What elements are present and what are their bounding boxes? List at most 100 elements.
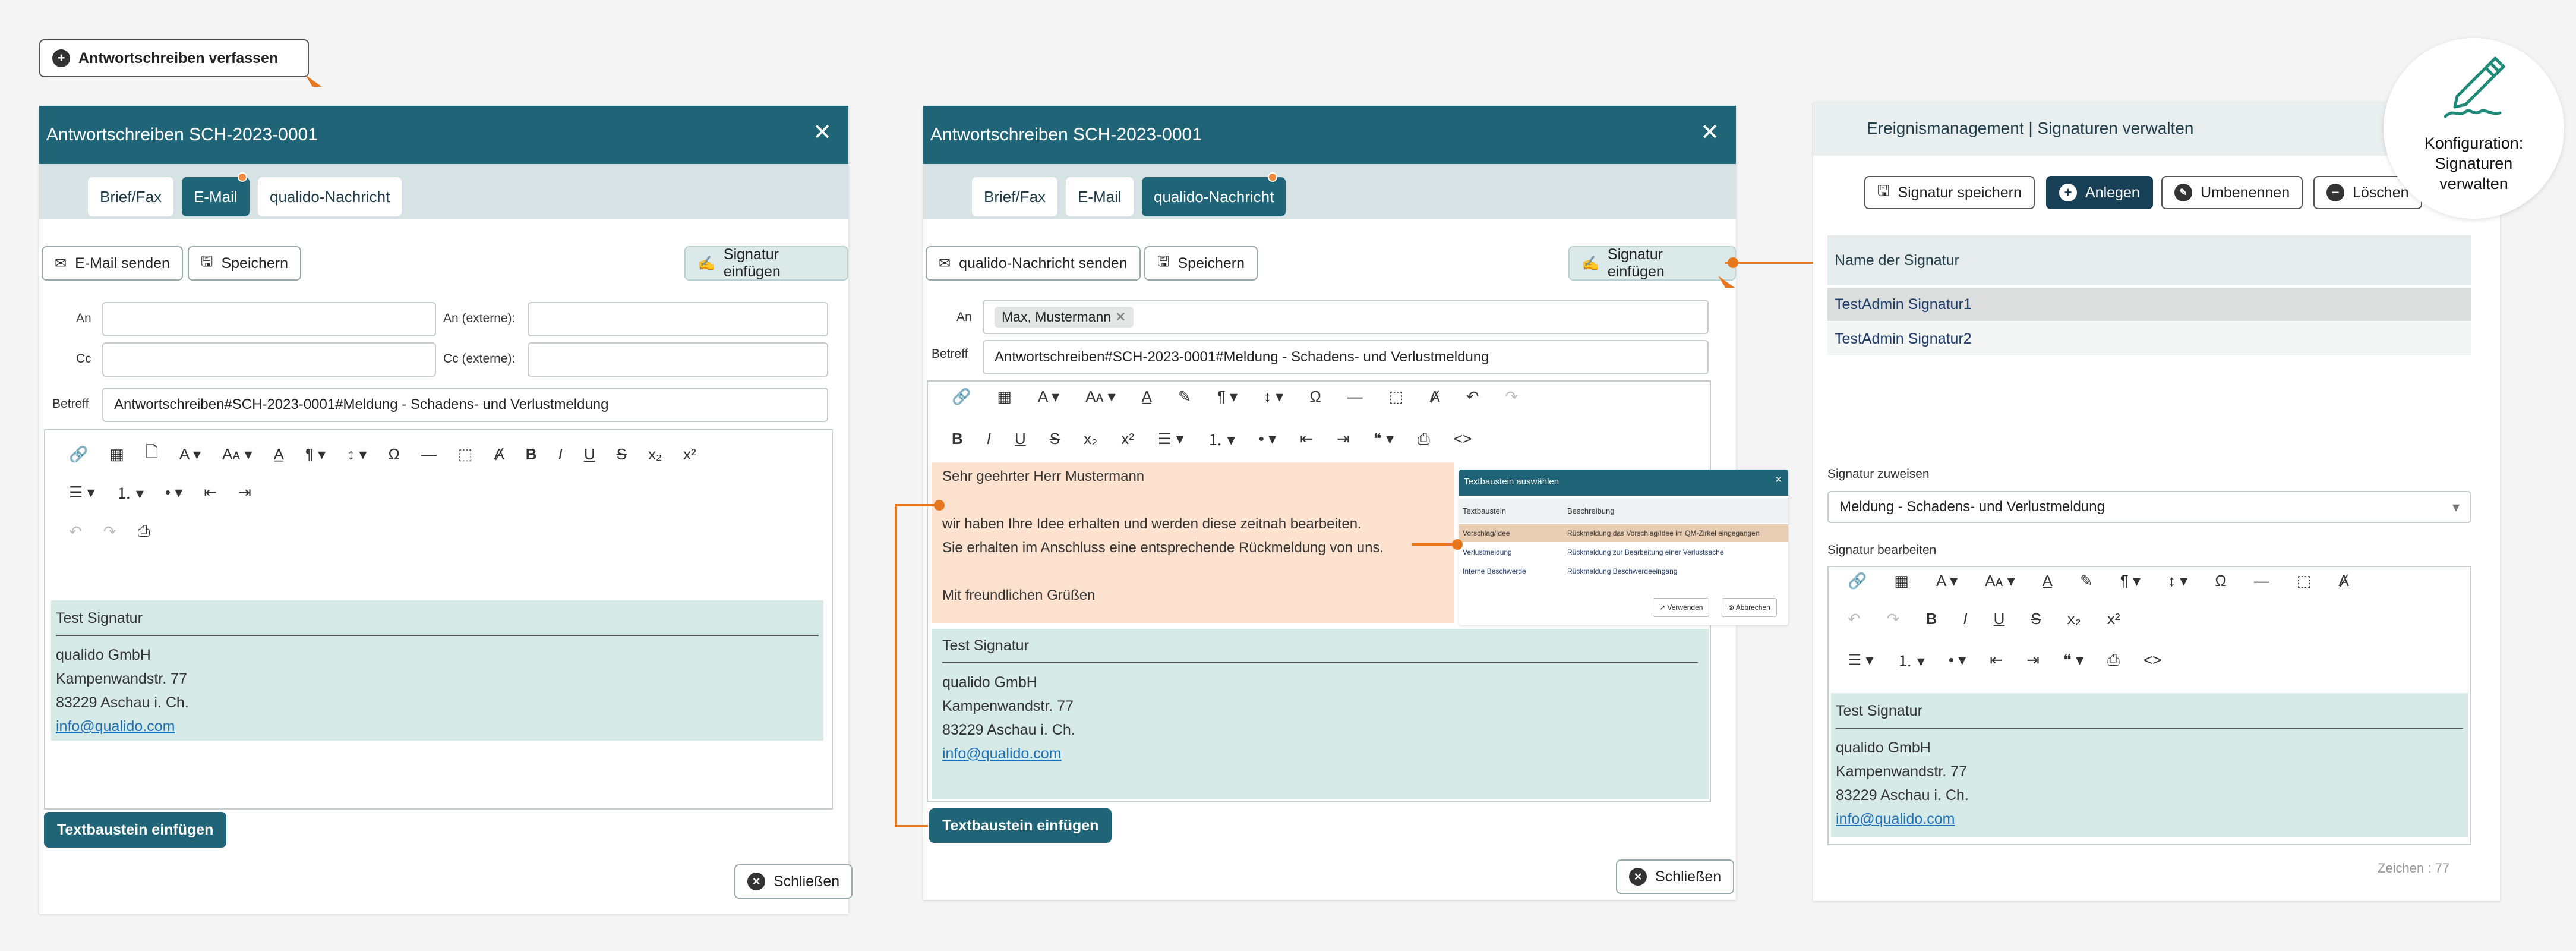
to-field[interactable]	[102, 302, 436, 336]
link-icon[interactable]: 🔗	[952, 388, 971, 406]
strikethrough-icon[interactable]: S	[2031, 610, 2041, 628]
close-icon[interactable]: ✕	[1775, 474, 1782, 485]
strikethrough-icon[interactable]: S	[1050, 430, 1060, 448]
paragraph-icon[interactable]: ¶ ▾	[1217, 388, 1238, 406]
cancel-button[interactable]: ⊗ Abbrechen	[1722, 598, 1777, 617]
horizontal-rule-icon[interactable]: —	[1347, 388, 1363, 406]
clear-format-icon[interactable]: Ⱥ	[494, 445, 504, 464]
link-icon[interactable]: 🔗	[69, 445, 88, 464]
print-icon[interactable]: ⎙	[2107, 651, 2120, 670]
bullet-list-icon[interactable]: • ▾	[165, 483, 182, 502]
text-color-icon[interactable]: A̲	[2043, 572, 2053, 590]
line-height-icon[interactable]: ↕ ▾	[2168, 572, 2187, 590]
highlight-icon[interactable]: ✎	[1178, 388, 1191, 406]
save-signature-button[interactable]: 🖫 Signatur speichern	[1864, 176, 2035, 209]
bullet-list-icon[interactable]: • ▾	[1259, 430, 1276, 448]
popup-row[interactable]: Verlustmeldung Rückmeldung zur Bearbeitu…	[1459, 543, 1788, 561]
align-icon[interactable]: ☰ ▾	[1848, 651, 1874, 669]
underline-icon[interactable]: U	[1015, 430, 1026, 448]
tab-email[interactable]: E-Mail	[182, 177, 250, 216]
close-button[interactable]: × Schließen	[1616, 859, 1735, 894]
quote-icon[interactable]: ❝ ▾	[1374, 430, 1394, 448]
bullet-list-icon[interactable]: • ▾	[1949, 651, 1966, 669]
indent-icon[interactable]: ⇥	[238, 483, 251, 502]
tab-qualido-message[interactable]: qualido-Nachricht	[1142, 177, 1286, 216]
line-height-icon[interactable]: ↕ ▾	[347, 445, 367, 464]
ordered-list-icon[interactable]: ⒈ ▾	[1898, 649, 1925, 671]
bold-icon[interactable]: B	[952, 430, 963, 448]
table-icon[interactable]: ▦	[109, 445, 124, 464]
special-char-icon[interactable]: Ω	[388, 445, 399, 464]
font-size-icon[interactable]: Aᴀ ▾	[222, 445, 252, 464]
outdent-icon[interactable]: ⇤	[1300, 430, 1313, 448]
superscript-icon[interactable]: x²	[2107, 610, 2120, 628]
to-external-field[interactable]	[528, 302, 828, 336]
signature-editor[interactable]: 🔗 ▦ A ▾ Aᴀ ▾ A̲ ✎ ¶ ▾ ↕ ▾ Ω — ⬚ Ⱥ ↶ ↷ B I U Sx₂ x² ☰ ▾ ⒈ ▾…	[1827, 566, 2471, 845]
font-icon[interactable]: A ▾	[179, 445, 201, 464]
undo-icon[interactable]: ↶	[1848, 610, 1861, 628]
outdent-icon[interactable]: ⇤	[1990, 651, 2003, 669]
font-size-icon[interactable]: Aᴀ ▾	[1085, 388, 1116, 406]
tab-brief-fax[interactable]: Brief/Fax	[972, 177, 1058, 216]
font-icon[interactable]: A ▾	[1936, 572, 1958, 590]
subscript-icon[interactable]: x₂	[2067, 610, 2081, 628]
subscript-icon[interactable]: x₂	[648, 445, 662, 464]
special-char-icon[interactable]: Ω	[2215, 572, 2226, 590]
source-code-icon[interactable]: <>	[2143, 651, 2161, 669]
underline-icon[interactable]: U	[584, 445, 595, 464]
signature-email-link[interactable]: info@qualido.com	[56, 714, 819, 738]
subscript-icon[interactable]: x₂	[1084, 430, 1097, 448]
italic-icon[interactable]: I	[987, 430, 991, 448]
bold-icon[interactable]: B	[1926, 610, 1937, 628]
close-icon[interactable]: ✕	[1700, 119, 1719, 146]
cc-field[interactable]	[102, 342, 436, 377]
close-icon[interactable]: ✕	[813, 119, 832, 146]
insert-signature-button[interactable]: ✍ Signatur einfügen	[684, 246, 848, 281]
indent-icon[interactable]: ⇥	[1337, 430, 1350, 448]
rich-text-editor[interactable]: 🔗 ▦ 🗋 A ▾ Aᴀ ▾ A̲ ¶ ▾ ↕ ▾ Ω — ⬚ Ⱥ B I U Sx₂ x² ☰ ▾ ⒈ ▾ • ▾…	[44, 429, 833, 810]
tab-qualido-message[interactable]: qualido-Nachricht	[258, 177, 402, 216]
horizontal-rule-icon[interactable]: —	[2254, 572, 2269, 590]
subject-field[interactable]: Antwortschreiben#SCH-2023-0001#Meldung -…	[102, 388, 828, 422]
ordered-list-icon[interactable]: ⒈ ▾	[1208, 428, 1235, 450]
save-button[interactable]: 🖫 Speichern	[1144, 246, 1258, 281]
strikethrough-icon[interactable]: S	[617, 445, 627, 464]
quote-icon[interactable]: ❝ ▾	[2063, 651, 2083, 669]
document-icon[interactable]: 🗋	[146, 441, 158, 467]
clear-format-icon[interactable]: Ⱥ	[1429, 388, 1439, 406]
text-color-icon[interactable]: A̲	[274, 445, 284, 464]
compose-reply-button[interactable]: + Antwortschreiben verfassen	[39, 39, 309, 77]
text-color-icon[interactable]: A̲	[1142, 388, 1152, 406]
special-char-icon[interactable]: Ω	[1309, 388, 1321, 406]
align-icon[interactable]: ☰ ▾	[69, 483, 95, 502]
signature-list-item-1[interactable]: TestAdmin Signatur1	[1827, 288, 2471, 321]
table-icon[interactable]: ▦	[997, 388, 1012, 406]
close-button[interactable]: × Schließen	[734, 864, 853, 899]
paragraph-icon[interactable]: ¶ ▾	[2120, 572, 2141, 590]
italic-icon[interactable]: I	[558, 445, 563, 464]
recipient-chip[interactable]: Max, Mustermann ✕	[995, 306, 1134, 328]
select-all-icon[interactable]: ⬚	[2297, 572, 2312, 590]
font-icon[interactable]: A ▾	[1038, 388, 1059, 406]
tab-brief-fax[interactable]: Brief/Fax	[88, 177, 174, 216]
send-email-button[interactable]: ✉ E-Mail senden	[42, 246, 183, 281]
assign-signature-select[interactable]: Meldung - Schadens- und Verlustmeldung ▾	[1827, 491, 2471, 523]
horizontal-rule-icon[interactable]: —	[421, 445, 437, 464]
signature-email-link[interactable]: info@qualido.com	[942, 742, 1698, 766]
paragraph-icon[interactable]: ¶ ▾	[305, 445, 326, 464]
save-button[interactable]: 🖫 Speichern	[188, 246, 302, 281]
subject-field[interactable]: Antwortschreiben#SCH-2023-0001#Meldung -…	[983, 340, 1709, 374]
underline-icon[interactable]: U	[1994, 610, 2005, 628]
insert-text-block-button[interactable]: Textbaustein einfügen	[929, 808, 1112, 843]
clear-format-icon[interactable]: Ⱥ	[2338, 572, 2348, 590]
use-button[interactable]: ↗ Verwenden	[1653, 598, 1710, 617]
indent-icon[interactable]: ⇥	[2026, 651, 2040, 669]
bold-icon[interactable]: B	[526, 445, 537, 464]
superscript-icon[interactable]: x²	[1121, 430, 1134, 448]
print-icon[interactable]: ⎙	[138, 522, 150, 541]
popup-row[interactable]: Interne Beschwerde Rückmeldung Beschwerd…	[1459, 562, 1788, 580]
create-signature-button[interactable]: + Anlegen	[2046, 176, 2153, 209]
ordered-list-icon[interactable]: ⒈ ▾	[116, 481, 144, 503]
popup-row[interactable]: Vorschlag/Idee Rückmeldung das Vorschlag…	[1459, 524, 1788, 542]
message-body[interactable]: Sehr geehrter Herr Mustermann wir haben …	[932, 462, 1454, 623]
